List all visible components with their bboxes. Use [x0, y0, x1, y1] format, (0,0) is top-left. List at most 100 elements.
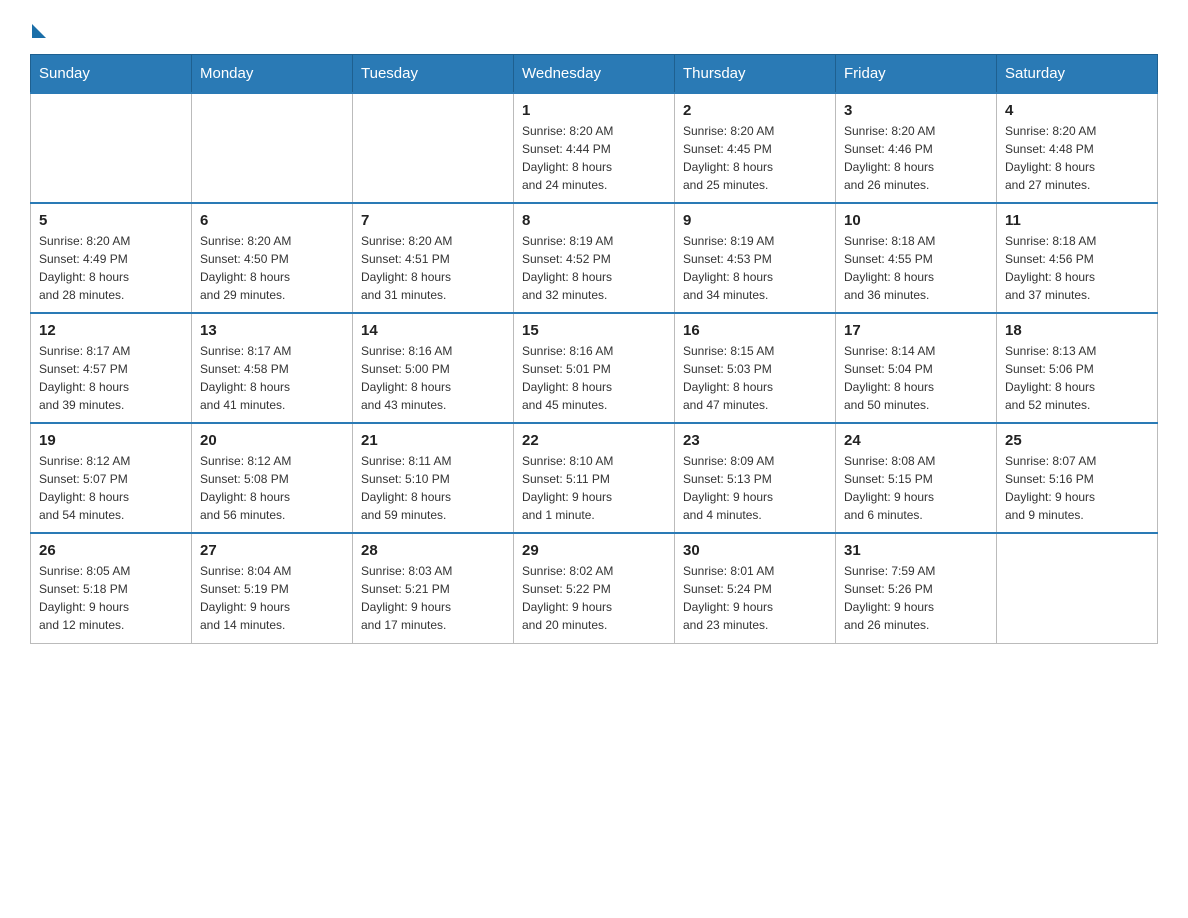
- day-number: 8: [522, 212, 666, 229]
- day-info: Sunrise: 7:59 AM Sunset: 5:26 PM Dayligh…: [844, 562, 988, 634]
- day-number: 15: [522, 322, 666, 339]
- calendar-header: SundayMondayTuesdayWednesdayThursdayFrid…: [31, 55, 1158, 94]
- day-info: Sunrise: 8:09 AM Sunset: 5:13 PM Dayligh…: [683, 452, 827, 524]
- day-info: Sunrise: 8:17 AM Sunset: 4:58 PM Dayligh…: [200, 342, 344, 414]
- calendar-cell: 23 Sunrise: 8:09 AM Sunset: 5:13 PM Dayli…: [675, 423, 836, 533]
- day-number: 2: [683, 102, 827, 119]
- day-info: Sunrise: 8:16 AM Sunset: 5:01 PM Dayligh…: [522, 342, 666, 414]
- day-info: Sunrise: 8:07 AM Sunset: 5:16 PM Dayligh…: [1005, 452, 1149, 524]
- calendar-cell: 16 Sunrise: 8:15 AM Sunset: 5:03 PM Dayli…: [675, 313, 836, 423]
- day-number: 17: [844, 322, 988, 339]
- week-row-2: 5 Sunrise: 8:20 AM Sunset: 4:49 PM Daylig…: [31, 203, 1158, 313]
- day-info: Sunrise: 8:08 AM Sunset: 5:15 PM Dayligh…: [844, 452, 988, 524]
- day-info: Sunrise: 8:11 AM Sunset: 5:10 PM Dayligh…: [361, 452, 505, 524]
- day-info: Sunrise: 8:04 AM Sunset: 5:19 PM Dayligh…: [200, 562, 344, 634]
- day-info: Sunrise: 8:20 AM Sunset: 4:49 PM Dayligh…: [39, 232, 183, 304]
- day-info: Sunrise: 8:03 AM Sunset: 5:21 PM Dayligh…: [361, 562, 505, 634]
- day-number: 31: [844, 542, 988, 559]
- days-header-row: SundayMondayTuesdayWednesdayThursdayFrid…: [31, 55, 1158, 94]
- day-info: Sunrise: 8:12 AM Sunset: 5:08 PM Dayligh…: [200, 452, 344, 524]
- day-number: 18: [1005, 322, 1149, 339]
- day-info: Sunrise: 8:17 AM Sunset: 4:57 PM Dayligh…: [39, 342, 183, 414]
- week-row-4: 19 Sunrise: 8:12 AM Sunset: 5:07 PM Dayli…: [31, 423, 1158, 533]
- calendar-cell: 24 Sunrise: 8:08 AM Sunset: 5:15 PM Dayli…: [836, 423, 997, 533]
- day-number: 29: [522, 542, 666, 559]
- day-number: 16: [683, 322, 827, 339]
- day-number: 26: [39, 542, 183, 559]
- day-info: Sunrise: 8:20 AM Sunset: 4:48 PM Dayligh…: [1005, 122, 1149, 194]
- calendar-cell: 1Sunrise: 8:20 AM Sunset: 4:44 PM Daylig…: [514, 93, 675, 203]
- day-info: Sunrise: 8:10 AM Sunset: 5:11 PM Dayligh…: [522, 452, 666, 524]
- day-number: 12: [39, 322, 183, 339]
- day-number: 9: [683, 212, 827, 229]
- day-info: Sunrise: 8:05 AM Sunset: 5:18 PM Dayligh…: [39, 562, 183, 634]
- calendar-cell: 6 Sunrise: 8:20 AM Sunset: 4:50 PM Daylig…: [192, 203, 353, 313]
- day-number: 30: [683, 542, 827, 559]
- day-info: Sunrise: 8:20 AM Sunset: 4:45 PM Dayligh…: [683, 122, 827, 194]
- day-info: Sunrise: 8:01 AM Sunset: 5:24 PM Dayligh…: [683, 562, 827, 634]
- day-info: Sunrise: 8:18 AM Sunset: 4:55 PM Dayligh…: [844, 232, 988, 304]
- day-info: Sunrise: 8:19 AM Sunset: 4:53 PM Dayligh…: [683, 232, 827, 304]
- calendar-cell: 25 Sunrise: 8:07 AM Sunset: 5:16 PM Dayli…: [997, 423, 1158, 533]
- calendar-cell: 20 Sunrise: 8:12 AM Sunset: 5:08 PM Dayli…: [192, 423, 353, 533]
- day-number: 25: [1005, 432, 1149, 449]
- day-info: Sunrise: 8:15 AM Sunset: 5:03 PM Dayligh…: [683, 342, 827, 414]
- day-number: 20: [200, 432, 344, 449]
- day-number: 6: [200, 212, 344, 229]
- calendar-cell: 27 Sunrise: 8:04 AM Sunset: 5:19 PM Dayli…: [192, 533, 353, 643]
- page-header: [30, 20, 1158, 34]
- calendar-cell: 2 Sunrise: 8:20 AM Sunset: 4:45 PM Daylig…: [675, 93, 836, 203]
- day-info: Sunrise: 8:18 AM Sunset: 4:56 PM Dayligh…: [1005, 232, 1149, 304]
- calendar-cell: 9 Sunrise: 8:19 AM Sunset: 4:53 PM Daylig…: [675, 203, 836, 313]
- day-header-saturday: Saturday: [997, 55, 1158, 94]
- day-header-tuesday: Tuesday: [353, 55, 514, 94]
- day-header-thursday: Thursday: [675, 55, 836, 94]
- day-number: 27: [200, 542, 344, 559]
- calendar-cell: [192, 93, 353, 203]
- day-number: 4: [1005, 102, 1149, 119]
- day-info: Sunrise: 8:16 AM Sunset: 5:00 PM Dayligh…: [361, 342, 505, 414]
- calendar-cell: 21Sunrise: 8:11 AM Sunset: 5:10 PM Dayli…: [353, 423, 514, 533]
- day-number: 5: [39, 212, 183, 229]
- day-number: 24: [844, 432, 988, 449]
- calendar-body: 1Sunrise: 8:20 AM Sunset: 4:44 PM Daylig…: [31, 93, 1158, 643]
- calendar-cell: 17 Sunrise: 8:14 AM Sunset: 5:04 PM Dayli…: [836, 313, 997, 423]
- calendar-cell: 19 Sunrise: 8:12 AM Sunset: 5:07 PM Dayli…: [31, 423, 192, 533]
- day-info: Sunrise: 8:20 AM Sunset: 4:51 PM Dayligh…: [361, 232, 505, 304]
- calendar-cell: [31, 93, 192, 203]
- day-info: Sunrise: 8:20 AM Sunset: 4:44 PM Dayligh…: [522, 122, 666, 194]
- logo: [30, 20, 46, 34]
- calendar-cell: 12 Sunrise: 8:17 AM Sunset: 4:57 PM Dayli…: [31, 313, 192, 423]
- day-number: 14: [361, 322, 505, 339]
- calendar-table: SundayMondayTuesdayWednesdayThursdayFrid…: [30, 54, 1158, 644]
- calendar-cell: [353, 93, 514, 203]
- calendar-cell: 29 Sunrise: 8:02 AM Sunset: 5:22 PM Dayli…: [514, 533, 675, 643]
- day-header-friday: Friday: [836, 55, 997, 94]
- day-header-monday: Monday: [192, 55, 353, 94]
- calendar-cell: 8Sunrise: 8:19 AM Sunset: 4:52 PM Daylig…: [514, 203, 675, 313]
- week-row-1: 1Sunrise: 8:20 AM Sunset: 4:44 PM Daylig…: [31, 93, 1158, 203]
- day-info: Sunrise: 8:14 AM Sunset: 5:04 PM Dayligh…: [844, 342, 988, 414]
- calendar-cell: 7Sunrise: 8:20 AM Sunset: 4:51 PM Daylig…: [353, 203, 514, 313]
- calendar-cell: 11Sunrise: 8:18 AM Sunset: 4:56 PM Dayli…: [997, 203, 1158, 313]
- calendar-cell: 10 Sunrise: 8:18 AM Sunset: 4:55 PM Dayli…: [836, 203, 997, 313]
- day-number: 10: [844, 212, 988, 229]
- day-info: Sunrise: 8:02 AM Sunset: 5:22 PM Dayligh…: [522, 562, 666, 634]
- calendar-cell: 22 Sunrise: 8:10 AM Sunset: 5:11 PM Dayli…: [514, 423, 675, 533]
- day-info: Sunrise: 8:20 AM Sunset: 4:50 PM Dayligh…: [200, 232, 344, 304]
- day-number: 13: [200, 322, 344, 339]
- calendar-cell: 5 Sunrise: 8:20 AM Sunset: 4:49 PM Daylig…: [31, 203, 192, 313]
- calendar-cell: 30 Sunrise: 8:01 AM Sunset: 5:24 PM Dayli…: [675, 533, 836, 643]
- day-number: 23: [683, 432, 827, 449]
- calendar-cell: 31 Sunrise: 7:59 AM Sunset: 5:26 PM Dayli…: [836, 533, 997, 643]
- day-number: 22: [522, 432, 666, 449]
- logo-arrow-icon: [32, 24, 46, 38]
- day-number: 3: [844, 102, 988, 119]
- day-number: 28: [361, 542, 505, 559]
- calendar-cell: [997, 533, 1158, 643]
- day-info: Sunrise: 8:13 AM Sunset: 5:06 PM Dayligh…: [1005, 342, 1149, 414]
- day-header-sunday: Sunday: [31, 55, 192, 94]
- day-number: 19: [39, 432, 183, 449]
- day-info: Sunrise: 8:12 AM Sunset: 5:07 PM Dayligh…: [39, 452, 183, 524]
- calendar-cell: 26 Sunrise: 8:05 AM Sunset: 5:18 PM Dayli…: [31, 533, 192, 643]
